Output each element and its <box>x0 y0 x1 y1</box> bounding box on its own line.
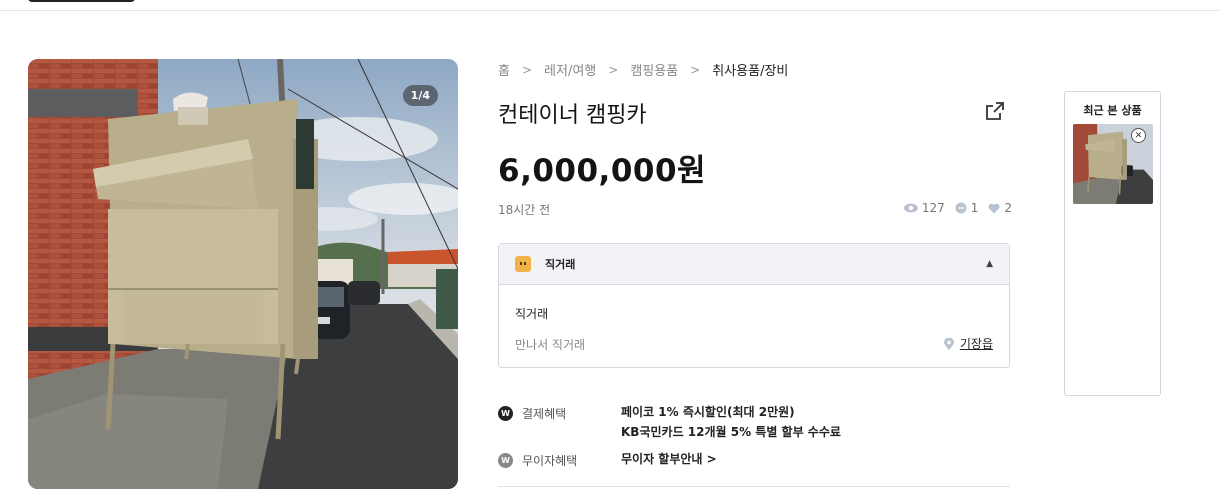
remove-recent-close-icon[interactable]: ✕ <box>1131 128 1146 143</box>
breadcrumb-cooking[interactable]: 취사용품/장비 <box>712 60 788 79</box>
trade-method-panel: 직거래 ▲ 직거래 만나서 직거래 기장읍 <box>498 243 1010 368</box>
product-stats: 127 1 2 <box>903 201 1012 215</box>
payco-icon: W <box>498 453 513 468</box>
breadcrumb-separator-icon: > <box>608 62 619 77</box>
box-icon <box>515 256 531 272</box>
interest-free-guide-link[interactable]: 무이자 할부안내 > <box>621 452 717 466</box>
likes-count: 2 <box>1004 201 1012 215</box>
breadcrumb: 홈 > 레저/여행 > 캠핑용품 > 취사용품/장비 <box>498 60 788 80</box>
interest-free-benefit: W 무이자혜택 무이자 할부안내 > <box>498 452 717 469</box>
container-photo-image <box>28 59 458 489</box>
image-counter: 1/4 <box>402 85 438 106</box>
trade-type: 직거래 <box>515 307 549 321</box>
collapse-caret-icon[interactable]: ▲ <box>986 259 993 269</box>
section-divider <box>498 486 1010 487</box>
chats-stat: 1 <box>955 201 979 215</box>
breadcrumb-camping[interactable]: 캠핑용품 <box>630 60 678 79</box>
trade-location: 기장읍 <box>943 335 993 352</box>
recently-viewed-title: 최근 본 상품 <box>1083 104 1142 117</box>
payco-icon: W <box>498 406 513 421</box>
breadcrumb-separator-icon: > <box>690 62 701 77</box>
heart-icon <box>988 203 1000 213</box>
breadcrumb-separator-icon: > <box>521 62 533 77</box>
share-icon[interactable] <box>985 101 1005 121</box>
trade-method-header[interactable]: 직거래 ▲ <box>499 244 1009 285</box>
breadcrumb-home[interactable]: 홈 <box>498 60 510 79</box>
payment-benefit-line: 페이코 1% 즉시할인(최대 2만원) <box>621 405 795 419</box>
payment-benefit-line: KB국민카드 12개월 5% 특별 할부 수수료 <box>621 425 841 439</box>
location-link[interactable]: 기장읍 <box>960 335 993 352</box>
recently-viewed-panel: 최근 본 상품 ✕ <box>1064 91 1161 396</box>
interest-free-details: 무이자 할부안내 > <box>621 449 717 469</box>
header-bar <box>0 0 1220 11</box>
chats-count: 1 <box>970 201 979 215</box>
posted-time: 18시간 전 <box>498 203 551 217</box>
payment-benefit-label: 결제혜택 <box>522 407 567 421</box>
breadcrumb-leisure[interactable]: 레저/여행 <box>544 60 596 79</box>
likes-stat: 2 <box>988 201 1012 215</box>
header-tab[interactable] <box>28 0 135 2</box>
product-photo[interactable]: 1/4 <box>28 59 458 489</box>
views-count: 127 <box>921 201 945 215</box>
views-stat: 127 <box>903 201 945 215</box>
trade-description: 만나서 직거래 <box>515 338 586 352</box>
trade-method-header-label: 직거래 <box>545 258 576 271</box>
eye-icon <box>903 203 918 213</box>
location-pin-icon <box>943 337 954 350</box>
chat-icon <box>955 202 967 214</box>
payment-benefit-details: 페이코 1% 즉시할인(최대 2만원) KB국민카드 12개월 5% 특별 할부… <box>621 402 841 442</box>
payment-benefit: W 결제혜택 페이코 1% 즉시할인(최대 2만원) KB국민카드 12개월 5… <box>498 405 841 442</box>
interest-free-label: 무이자혜택 <box>522 454 578 468</box>
product-price: 6,000,000원 <box>498 153 707 189</box>
product-title: 컨테이너 캠핑카 <box>498 103 647 128</box>
